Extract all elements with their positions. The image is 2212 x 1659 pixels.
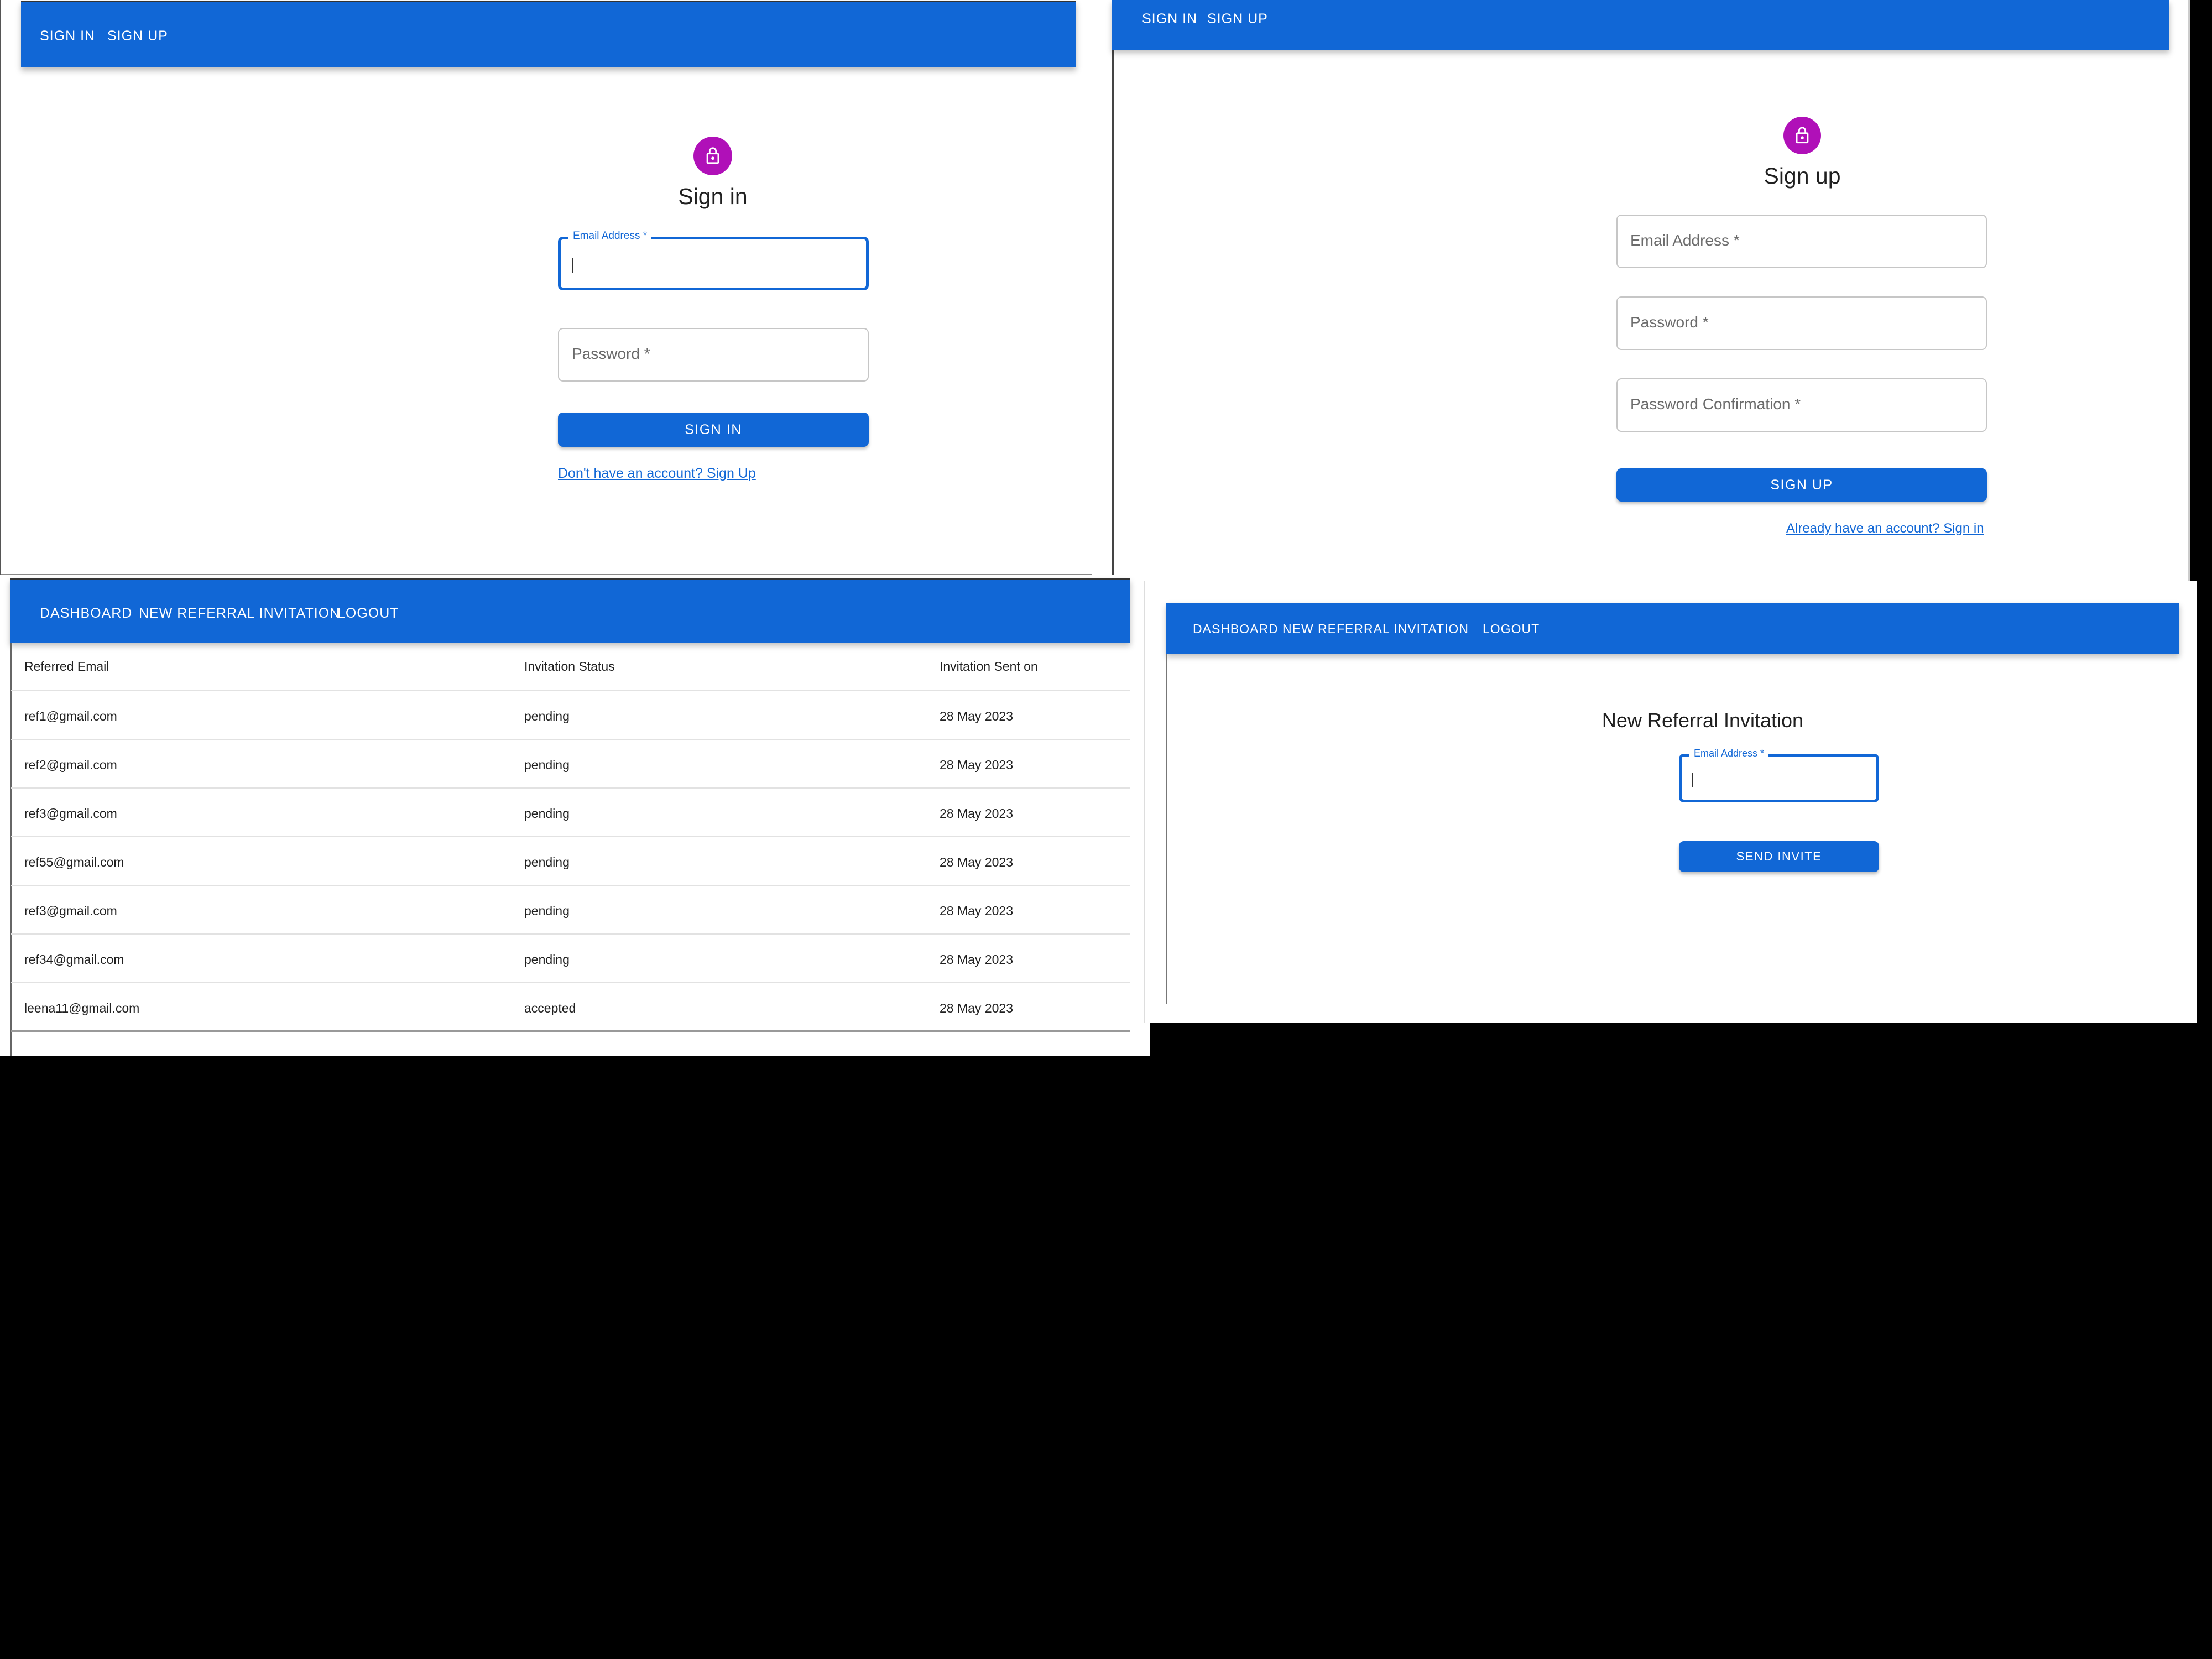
send-invite-button[interactable]: SEND INVITE — [1679, 841, 1879, 872]
status-cell: accepted — [524, 1001, 576, 1015]
sent-on-cell: 28 May 2023 — [940, 904, 1013, 918]
lock-icon — [706, 147, 719, 164]
nav-new-referral-invitation[interactable]: NEW REFERRAL INVITATION — [1282, 622, 1469, 637]
invite-screenshot: DASHBOARD NEW REFERRAL INVITATION LOGOUT… — [1144, 581, 2197, 1023]
sent-on-cell: 28 May 2023 — [940, 709, 1013, 723]
signin-title: Sign in — [678, 184, 748, 209]
sent-on-cell: 28 May 2023 — [940, 1001, 1013, 1015]
signin-link[interactable]: Already have an account? Sign in — [1786, 521, 1984, 536]
invite-title: New Referral Invitation — [1601, 709, 1804, 732]
referred-email-cell: ref34@gmail.com — [24, 952, 124, 967]
referred-email-cell: ref55@gmail.com — [24, 855, 124, 869]
status-cell: pending — [524, 758, 570, 772]
lock-icon — [1796, 127, 1809, 144]
window-edge — [1112, 0, 1114, 578]
status-cell: pending — [524, 806, 570, 821]
nav-dashboard[interactable]: DASHBOARD — [1193, 622, 1279, 637]
text-caret — [572, 258, 573, 273]
table-header-row: Referred Email Invitation Status Invitat… — [11, 643, 1130, 691]
referred-email-cell: ref3@gmail.com — [24, 806, 117, 821]
dashboard-app-bar: DASHBOARD NEW REFERRAL INVITATION LOGOUT — [10, 578, 1130, 643]
lock-avatar — [693, 137, 732, 175]
signin-email-field[interactable]: Email Address * — [558, 230, 869, 290]
signin-password-placeholder: Password * — [572, 345, 650, 362]
table-row: ref1@gmail.com pending 28 May 2023 — [11, 691, 1130, 740]
signup-password-placeholder: Password * — [1630, 314, 1709, 331]
table-row: ref3@gmail.com pending 28 May 2023 — [11, 886, 1130, 935]
nav-dashboard[interactable]: DASHBOARD — [40, 606, 132, 622]
sent-on-cell: 28 May 2023 — [940, 952, 1013, 967]
referred-email-cell: ref2@gmail.com — [24, 758, 117, 772]
signin-password-field[interactable]: Password * — [558, 328, 869, 382]
signin-screenshot: SIGN IN SIGN UP Sign in Email Address * … — [0, 0, 1092, 575]
nav-sign-up[interactable]: SIGN UP — [107, 28, 168, 44]
text-caret — [1692, 773, 1693, 787]
nav-logout[interactable]: LOGOUT — [337, 606, 399, 622]
referred-email-cell: leena11@gmail.com — [24, 1001, 140, 1015]
column-header: Referred Email — [24, 659, 109, 674]
signup-button[interactable]: SIGN UP — [1616, 468, 1987, 502]
referrals-table: Referred Email Invitation Status Invitat… — [11, 643, 1130, 1056]
nav-sign-in[interactable]: SIGN IN — [1142, 11, 1197, 27]
window-edge — [1166, 654, 1167, 1004]
status-cell: pending — [524, 709, 570, 723]
signin-email-label: Email Address * — [568, 230, 652, 242]
signup-screenshot: SIGN IN SIGN UP Sign up Email Address * … — [1092, 0, 2190, 597]
sent-on-cell: 28 May 2023 — [940, 806, 1013, 821]
sent-on-cell: 28 May 2023 — [940, 855, 1013, 869]
table-row: ref34@gmail.com pending 28 May 2023 — [11, 935, 1130, 983]
status-cell: pending — [524, 952, 570, 967]
signup-email-field[interactable]: Email Address * — [1616, 215, 1987, 268]
referred-email-cell: ref1@gmail.com — [24, 709, 117, 723]
signin-app-bar: SIGN IN SIGN UP — [21, 1, 1076, 67]
column-header: Invitation Sent on — [940, 659, 1038, 674]
dashboard-screenshot: DASHBOARD NEW REFERRAL INVITATION LOGOUT… — [0, 575, 1150, 1056]
invite-email-field[interactable]: Email Address * — [1679, 748, 1879, 802]
invite-app-bar: DASHBOARD NEW REFERRAL INVITATION LOGOUT — [1166, 603, 2179, 654]
table-row: ref55@gmail.com pending 28 May 2023 — [11, 837, 1130, 886]
status-cell: pending — [524, 904, 570, 918]
table-row: ref2@gmail.com pending 28 May 2023 — [11, 740, 1130, 789]
column-header: Invitation Status — [524, 659, 615, 674]
nav-sign-in[interactable]: SIGN IN — [40, 28, 95, 44]
status-cell: pending — [524, 855, 570, 869]
table-row: leena11@gmail.com accepted 28 May 2023 — [11, 983, 1130, 1032]
signup-password-confirm-field[interactable]: Password Confirmation * — [1616, 378, 1987, 432]
nav-logout[interactable]: LOGOUT — [1483, 622, 1540, 637]
nav-new-referral-invitation[interactable]: NEW REFERRAL INVITATION — [139, 606, 340, 622]
invite-email-label: Email Address * — [1689, 748, 1769, 759]
signup-email-placeholder: Email Address * — [1630, 232, 1740, 249]
referred-email-cell: ref3@gmail.com — [24, 904, 117, 918]
signup-app-bar: SIGN IN SIGN UP — [1112, 0, 2169, 50]
signup-title: Sign up — [1764, 163, 1841, 189]
signin-button[interactable]: SIGN IN — [558, 413, 869, 447]
signup-password-field[interactable]: Password * — [1616, 296, 1987, 350]
table-row: ref3@gmail.com pending 28 May 2023 — [11, 789, 1130, 837]
signup-link[interactable]: Don't have an account? Sign Up — [558, 466, 756, 482]
signup-password-confirm-placeholder: Password Confirmation * — [1630, 395, 1801, 413]
nav-sign-up[interactable]: SIGN UP — [1207, 11, 1268, 27]
lock-avatar — [1783, 117, 1821, 154]
sent-on-cell: 28 May 2023 — [940, 758, 1013, 772]
